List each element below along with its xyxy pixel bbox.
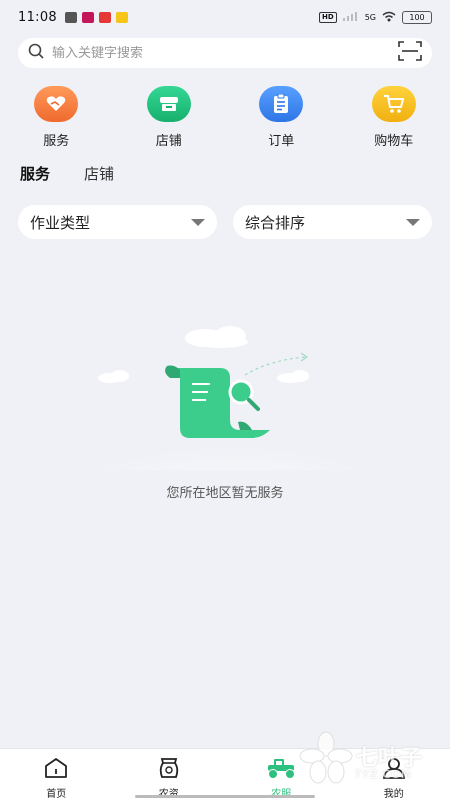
battery-icon: 100 (402, 10, 432, 24)
tab-service[interactable]: 服务 (20, 163, 50, 184)
watermark-subtitle: 7YZ.COM (354, 768, 412, 781)
tractor-icon (264, 757, 298, 783)
status-time: 11:08 (18, 9, 57, 25)
quick-action-label: 服务 (43, 134, 70, 149)
app-notification-icon (81, 11, 94, 23)
quick-actions: 服务 店铺 订单 购物车 (0, 86, 450, 149)
wifi-icon (382, 11, 396, 24)
status-right: HD 5G 100 (319, 10, 432, 24)
search-bar[interactable] (18, 38, 432, 68)
status-bar: 11:08 HD 5G 100 (0, 0, 450, 34)
fertilizer-bag-icon (156, 757, 182, 783)
heart-hand-icon (34, 86, 79, 122)
caret-down-icon (406, 218, 420, 226)
shield-notification-icon (64, 11, 77, 23)
category-tabs: 服务 店铺 (20, 163, 114, 184)
quick-action-cart[interactable]: 购物车 (338, 86, 450, 149)
watermark-leaf-icon (299, 731, 353, 784)
store-icon (146, 86, 191, 122)
search-input[interactable] (52, 45, 398, 61)
tab-store[interactable]: 店铺 (84, 163, 114, 184)
quick-action-store[interactable]: 店铺 (113, 86, 226, 149)
sort-dropdown[interactable]: 综合排序 (233, 205, 432, 239)
hd-icon: HD (319, 11, 337, 23)
signal-icon (342, 11, 359, 23)
home-indicator (135, 795, 315, 798)
sort-label: 综合排序 (245, 213, 306, 232)
nav-item-home[interactable]: 首页 (0, 749, 113, 800)
network-label: 5G (364, 12, 376, 22)
quick-action-service[interactable]: 服务 (0, 86, 113, 149)
quick-action-label: 购物车 (374, 134, 414, 149)
scan-icon[interactable] (398, 41, 422, 65)
empty-state-message: 您所在地区暂无服务 (166, 486, 284, 501)
app-notification-icon (98, 11, 111, 23)
nav-label: 首页 (46, 789, 67, 800)
work-type-dropdown[interactable]: 作业类型 (18, 205, 217, 239)
quick-action-orders[interactable]: 订单 (225, 86, 338, 149)
nav-item-supplies[interactable]: 农资 (113, 749, 226, 800)
quick-action-label: 店铺 (155, 134, 182, 149)
home-icon (43, 757, 69, 783)
app-notification-icon (115, 11, 128, 23)
watermark: 七叶子 7YZ.COM (298, 730, 448, 790)
caret-down-icon (191, 218, 205, 226)
quick-action-label: 订单 (268, 134, 295, 149)
order-clipboard-icon (259, 86, 304, 122)
work-type-label: 作业类型 (30, 213, 91, 232)
cart-icon (371, 86, 416, 122)
empty-state-illustration (70, 320, 390, 525)
search-icon (28, 43, 44, 63)
notification-icons (64, 11, 128, 23)
